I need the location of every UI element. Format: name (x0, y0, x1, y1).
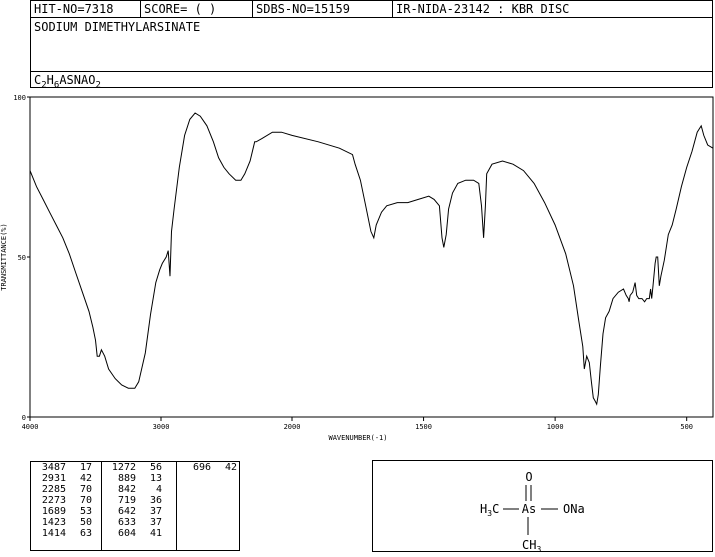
peak-row: 889 13 (106, 473, 162, 484)
y-tick-label: 100 (13, 94, 26, 102)
peak-transmittance: 50 (79, 517, 92, 528)
peak-row: 604 41 (106, 528, 162, 539)
peak-wavenumber: 696 (192, 462, 211, 473)
y-tick-label: 50 (18, 254, 26, 262)
peak-transmittance: 17 (79, 462, 92, 473)
x-tick-label: 1500 (415, 423, 432, 431)
oxygen-label: O (525, 470, 532, 484)
plot-frame (29, 96, 714, 418)
peak-wavenumber: 633 (117, 517, 136, 528)
peak-row: 2273 70 (36, 495, 92, 506)
peak-transmittance: 13 (149, 473, 162, 484)
peak-wavenumber: 2273 (41, 495, 66, 506)
peak-row: 696 42 (181, 462, 237, 473)
peak-row: 1414 63 (36, 528, 92, 539)
ona-label: ONa (563, 502, 585, 516)
peak-wavenumber: 1689 (41, 506, 66, 517)
peak-wavenumber: 604 (117, 528, 136, 539)
peak-row: 3487 17 (36, 462, 92, 473)
peak-row: 842 4 (106, 484, 162, 495)
peak-row: 2285 70 (36, 484, 92, 495)
structure-box: O H3C As ONa CH3 (372, 460, 713, 554)
x-axis-label: WAVENUMBER(-1) (328, 434, 387, 442)
peak-table: 3487 17 2931 42 2285 70 2273 70 1689 53 1423 50 1414… (30, 461, 240, 551)
peak-transmittance: 70 (79, 495, 92, 506)
peak-column: 3487 17 2931 42 2285 70 2273 70 1689 53 1423 50 1414… (36, 462, 92, 550)
y-axis-label: TRANSMITTANCE(%) (0, 223, 8, 290)
methyl-left-label: H3C (480, 502, 499, 518)
peak-transmittance: 42 (79, 473, 92, 484)
peak-row: 719 36 (106, 495, 162, 506)
peak-transmittance: 37 (149, 506, 162, 517)
peak-transmittance: 41 (149, 528, 162, 539)
y-tick-label: 0 (22, 414, 26, 422)
peak-wavenumber: 642 (117, 506, 136, 517)
peak-wavenumber: 3487 (41, 462, 66, 473)
peak-transmittance: 36 (149, 495, 162, 506)
arsenic-label: As (522, 502, 536, 516)
peak-transmittance: 42 (224, 462, 237, 473)
peak-column: 696 42 (176, 462, 237, 550)
x-tick-label: 500 (680, 423, 693, 431)
x-tick-label: 4000 (22, 423, 39, 431)
peak-column: 1272 56 889 13 842 4 719 36 642 37 633 37 604 41 (101, 462, 162, 550)
ir-spectrum-chart: 100500 4000 3000 2000 1500 1000 500 WAVENUMBE… (0, 94, 714, 442)
peak-wavenumber: 842 (117, 484, 136, 495)
peak-row: 633 37 (106, 517, 162, 528)
x-tick-label: 2000 (284, 423, 301, 431)
x-tick-label: 1000 (547, 423, 564, 431)
peak-transmittance: 37 (149, 517, 162, 528)
peak-transmittance: 63 (79, 528, 92, 539)
peak-wavenumber: 2931 (41, 473, 66, 484)
methyl-bottom-label: CH3 (522, 538, 541, 553)
peak-wavenumber: 2285 (41, 484, 66, 495)
peak-row: 1272 56 (106, 462, 162, 473)
peak-wavenumber: 719 (117, 495, 136, 506)
peak-row: 2931 42 (36, 473, 92, 484)
peak-wavenumber: 1414 (41, 528, 66, 539)
structure-diagram: O H3C As ONa CH3 (480, 470, 585, 554)
peak-transmittance: 53 (79, 506, 92, 517)
peak-row: 1689 53 (36, 506, 92, 517)
transmittance-line (29, 112, 714, 406)
peak-wavenumber: 1272 (111, 462, 136, 473)
peak-row: 1423 50 (36, 517, 92, 528)
peak-transmittance: 56 (149, 462, 162, 473)
peak-transmittance: 70 (79, 484, 92, 495)
peak-wavenumber: 1423 (41, 517, 66, 528)
peak-row: 642 37 (106, 506, 162, 517)
peak-wavenumber: 889 (117, 473, 136, 484)
x-tick-label: 3000 (153, 423, 170, 431)
peak-transmittance: 4 (155, 484, 162, 495)
